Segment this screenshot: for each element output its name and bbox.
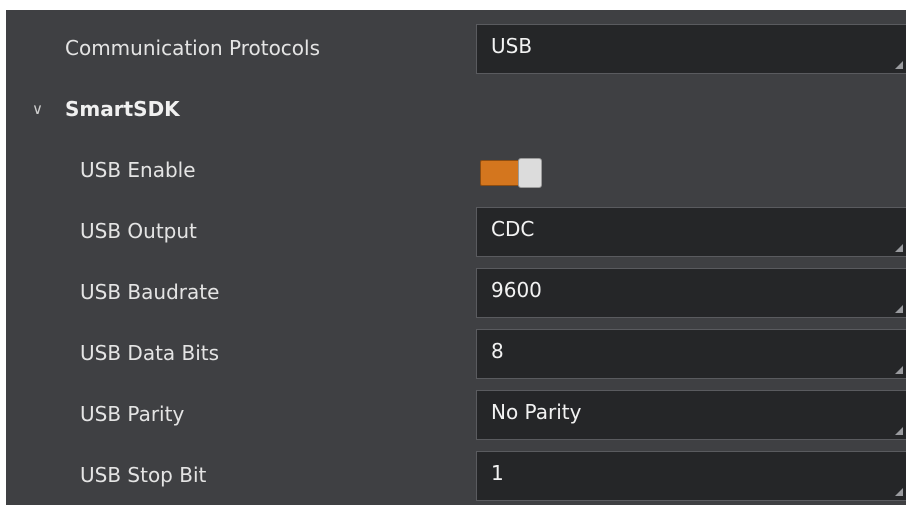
usb-output-field[interactable]: CDC bbox=[476, 207, 906, 257]
usb-parity-label: USB Parity bbox=[80, 402, 185, 426]
communication-protocols-value: USB bbox=[491, 34, 533, 58]
usb-baudrate-field[interactable]: 9600 bbox=[476, 268, 906, 318]
resize-grip-icon bbox=[895, 488, 903, 496]
row-usb-baudrate: USB Baudrate 9600 bbox=[6, 262, 906, 323]
group-label: SmartSDK bbox=[65, 97, 180, 121]
resize-grip-icon bbox=[895, 427, 903, 435]
group-header-smartsdk[interactable]: ∨ SmartSDK bbox=[6, 79, 906, 140]
usb-parity-field[interactable]: No Parity bbox=[476, 390, 906, 440]
usb-baudrate-value: 9600 bbox=[491, 278, 542, 302]
usb-data-bits-field[interactable]: 8 bbox=[476, 329, 906, 379]
communication-protocols-label: Communication Protocols bbox=[65, 36, 321, 60]
usb-stop-bit-field[interactable]: 1 bbox=[476, 451, 906, 501]
row-usb-enable: USB Enable bbox=[6, 140, 906, 201]
usb-baudrate-label: USB Baudrate bbox=[80, 280, 220, 304]
properties-panel: Communication Protocols USB ∨ SmartSDK U… bbox=[6, 10, 906, 505]
usb-stop-bit-value: 1 bbox=[491, 461, 504, 485]
resize-grip-icon bbox=[895, 366, 903, 374]
row-usb-data-bits: USB Data Bits 8 bbox=[6, 323, 906, 384]
usb-parity-value: No Parity bbox=[491, 400, 582, 424]
row-usb-parity: USB Parity No Parity bbox=[6, 384, 906, 445]
row-usb-stop-bit: USB Stop Bit 1 bbox=[6, 445, 906, 505]
row-usb-output: USB Output CDC bbox=[6, 201, 906, 262]
toggle-knob[interactable] bbox=[518, 158, 542, 188]
row-communication-protocols: Communication Protocols USB bbox=[6, 18, 906, 79]
usb-output-label: USB Output bbox=[80, 219, 197, 243]
usb-output-value: CDC bbox=[491, 217, 535, 241]
resize-grip-icon bbox=[895, 61, 903, 69]
usb-enable-toggle[interactable] bbox=[480, 158, 542, 188]
usb-stop-bit-label: USB Stop Bit bbox=[80, 463, 207, 487]
usb-data-bits-label: USB Data Bits bbox=[80, 341, 220, 365]
communication-protocols-field[interactable]: USB bbox=[476, 24, 906, 74]
resize-grip-icon bbox=[895, 244, 903, 252]
resize-grip-icon bbox=[895, 305, 903, 313]
usb-enable-label: USB Enable bbox=[80, 158, 196, 182]
chevron-down-icon[interactable]: ∨ bbox=[32, 79, 43, 140]
usb-data-bits-value: 8 bbox=[491, 339, 504, 363]
